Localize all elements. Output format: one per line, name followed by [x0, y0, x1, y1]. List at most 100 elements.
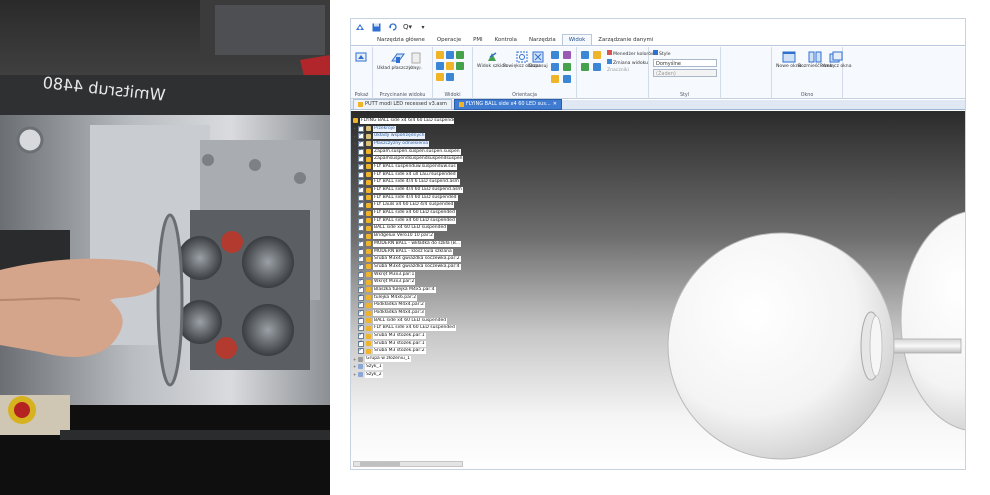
document-tab-putt[interactable]: PUTT modi LED recessed v3.asm: [353, 99, 452, 110]
tree-item[interactable]: FLY Lauls x4 60 LED 4/4 suspended: [353, 201, 465, 210]
przelacz-okna-button[interactable]: Przełącz okna: [820, 51, 852, 69]
close-tab-icon[interactable]: ✕: [553, 100, 557, 109]
expand-icon[interactable]: +: [353, 364, 357, 369]
visibility-checkbox[interactable]: [358, 293, 364, 301]
view-front-icon[interactable]: [436, 51, 444, 59]
visibility-checkbox[interactable]: [358, 301, 364, 309]
save-icon[interactable]: [371, 22, 381, 32]
tree-item[interactable]: Bridgelux Vero10 10 par:2: [353, 232, 465, 240]
shaded-icon[interactable]: [581, 51, 589, 59]
visibility-checkbox[interactable]: [358, 140, 364, 147]
tab-pmi[interactable]: PMI: [467, 35, 489, 45]
wasp-button[interactable]: Wasp.: [409, 51, 423, 71]
visibility-checkbox[interactable]: [358, 163, 364, 170]
tree-item[interactable]: Zapamsuspendsuspendsuspendsuspen: [353, 155, 465, 163]
visibility-checkbox[interactable]: [358, 193, 364, 201]
tree-item[interactable]: FLY BALL side 4/4 60 LED suspend.asm: [353, 186, 465, 194]
app-menu-icon[interactable]: [355, 22, 365, 32]
visibility-checkbox[interactable]: [358, 124, 364, 132]
tree-item[interactable]: Zapam.suspen.suspen.suspen.suspen: [353, 147, 465, 156]
visibility-checkbox[interactable]: [358, 155, 364, 163]
view-dimetric-icon[interactable]: [446, 73, 454, 81]
visibility-checkbox[interactable]: [358, 263, 364, 270]
visibility-checkbox[interactable]: [358, 247, 364, 255]
tree-item[interactable]: FLY BALL side x4 60 LED suspended: [353, 216, 465, 225]
visibility-checkbox[interactable]: [358, 232, 364, 240]
expand-icon[interactable]: +: [353, 357, 357, 362]
tab-zarzadzanie-danymi[interactable]: Zarządzanie danymi: [592, 35, 659, 45]
tree-item[interactable]: tulejka M4x6.par:2: [353, 293, 465, 302]
dopasuj-button[interactable]: Dopasuj: [529, 51, 548, 69]
tree-item[interactable]: Śruba M3x4 gwiazdka soczewka.par:2: [353, 255, 465, 263]
tab-narzedzia[interactable]: Narzędzia: [523, 35, 562, 45]
visibility-checkbox[interactable]: [358, 339, 364, 347]
tab-kontrola[interactable]: Kontrola: [489, 35, 523, 45]
scrollbar-thumb[interactable]: [360, 462, 400, 466]
tree-item[interactable]: Blaszka tulejka M4x5.par:4: [353, 286, 465, 294]
tree-item[interactable]: Wkręt M3x3.par:1: [353, 270, 465, 279]
expand-icon[interactable]: +: [353, 372, 357, 377]
view-iso-icon[interactable]: [436, 62, 444, 70]
expand-icon[interactable]: +: [353, 126, 357, 131]
tree-item[interactable]: FLY BALL side 4/4 6 LED suspend.asm: [353, 178, 465, 187]
tree-item[interactable]: Śruba M3 stożek.par:1: [353, 332, 465, 340]
tree-item[interactable]: BALL side x4 60 LED suspended: [353, 316, 465, 325]
zoom-icon[interactable]: [551, 63, 559, 71]
menedzer-kolorow-button[interactable]: Menedżer kolorów: [607, 50, 655, 57]
reflections-icon[interactable]: [581, 63, 589, 71]
previous-view-icon[interactable]: [563, 75, 571, 83]
visibility-checkbox[interactable]: [358, 278, 364, 286]
visibility-checkbox[interactable]: [358, 170, 364, 178]
tree-item[interactable]: + Płaszczyzny odniesienia: [353, 140, 465, 148]
style-dropdown[interactable]: Domyślne: [653, 59, 717, 67]
visibility-checkbox[interactable]: [358, 332, 364, 340]
tree-item[interactable]: MODERN BALL - klosz kula szklana: [353, 247, 465, 256]
visibility-checkbox[interactable]: [358, 178, 364, 186]
tab-narzedzia-glowne[interactable]: Narzędzia główne: [371, 35, 431, 45]
undo-icon[interactable]: [387, 22, 397, 32]
view-back-icon[interactable]: [446, 62, 454, 70]
pan-icon[interactable]: [563, 51, 571, 59]
visibility-checkbox[interactable]: [358, 132, 364, 140]
view-bottom-icon[interactable]: [436, 73, 444, 81]
tree-item[interactable]: + Szyk_2: [353, 371, 465, 379]
view-left-icon[interactable]: [456, 62, 464, 70]
visibility-checkbox[interactable]: [358, 216, 364, 224]
expand-icon[interactable]: +: [353, 141, 357, 146]
view-right-icon[interactable]: [456, 51, 464, 59]
model-viewport[interactable]: FLYING BALL side x4 6/4 60 LED suspended…: [351, 111, 965, 469]
tree-item[interactable]: FLY BALL side x4 ull Lau.rsuspended: [353, 170, 465, 179]
zmiana-widoku-button[interactable]: Zmiana widoku: [607, 59, 648, 66]
spin-icon[interactable]: [563, 63, 571, 71]
pokaz-button[interactable]: [355, 51, 367, 64]
visibility-checkbox[interactable]: [358, 147, 364, 155]
expand-icon[interactable]: +: [353, 134, 357, 139]
znaczniki-button[interactable]: Znaczniki: [607, 68, 629, 73]
edges-icon[interactable]: [593, 51, 601, 59]
tree-item[interactable]: FLY BALL side x4 60 LED suspended: [353, 324, 465, 333]
view-top-icon[interactable]: [446, 51, 454, 59]
tree-horizontal-scrollbar[interactable]: [353, 461, 463, 467]
visibility-checkbox[interactable]: [358, 324, 364, 332]
visibility-checkbox[interactable]: [358, 270, 364, 278]
look-at-icon[interactable]: [551, 75, 559, 83]
visibility-checkbox[interactable]: [358, 286, 364, 293]
tree-item[interactable]: BALL side x4 60 LED suspended: [353, 224, 465, 233]
visibility-checkbox[interactable]: [358, 255, 364, 263]
tree-item[interactable]: + Układy współrzędnych: [353, 132, 465, 140]
visibility-checkbox[interactable]: [358, 186, 364, 194]
tree-item[interactable]: MODERN BALL - wkładka do szkła (B...: [353, 240, 465, 248]
shadows-icon[interactable]: [593, 63, 601, 71]
tree-item[interactable]: Podkładka M4x4.par:3: [353, 309, 465, 317]
tree-item[interactable]: Wkręt M3x3.par:2: [353, 278, 465, 286]
tab-operacje[interactable]: Operacje: [431, 35, 467, 45]
tree-item[interactable]: FLY BALL side x4 60 LED suspended: [353, 209, 465, 217]
quick-access-dropdown[interactable]: Q▾: [403, 23, 412, 31]
tree-item[interactable]: Podkładka M4x4.par:2: [353, 301, 465, 310]
tree-item[interactable]: + Przekroje: [353, 124, 465, 133]
visibility-checkbox[interactable]: [358, 309, 364, 317]
tree-item[interactable]: FLY BALL side 4/4 60 LED suspended: [353, 193, 465, 202]
rotate-icon[interactable]: [551, 51, 559, 59]
tree-item[interactable]: Śruba M3 stożek.par:1: [353, 339, 465, 348]
tree-item[interactable]: Śruba M3x4 gwiazdka soczewka.par:4: [353, 263, 465, 271]
